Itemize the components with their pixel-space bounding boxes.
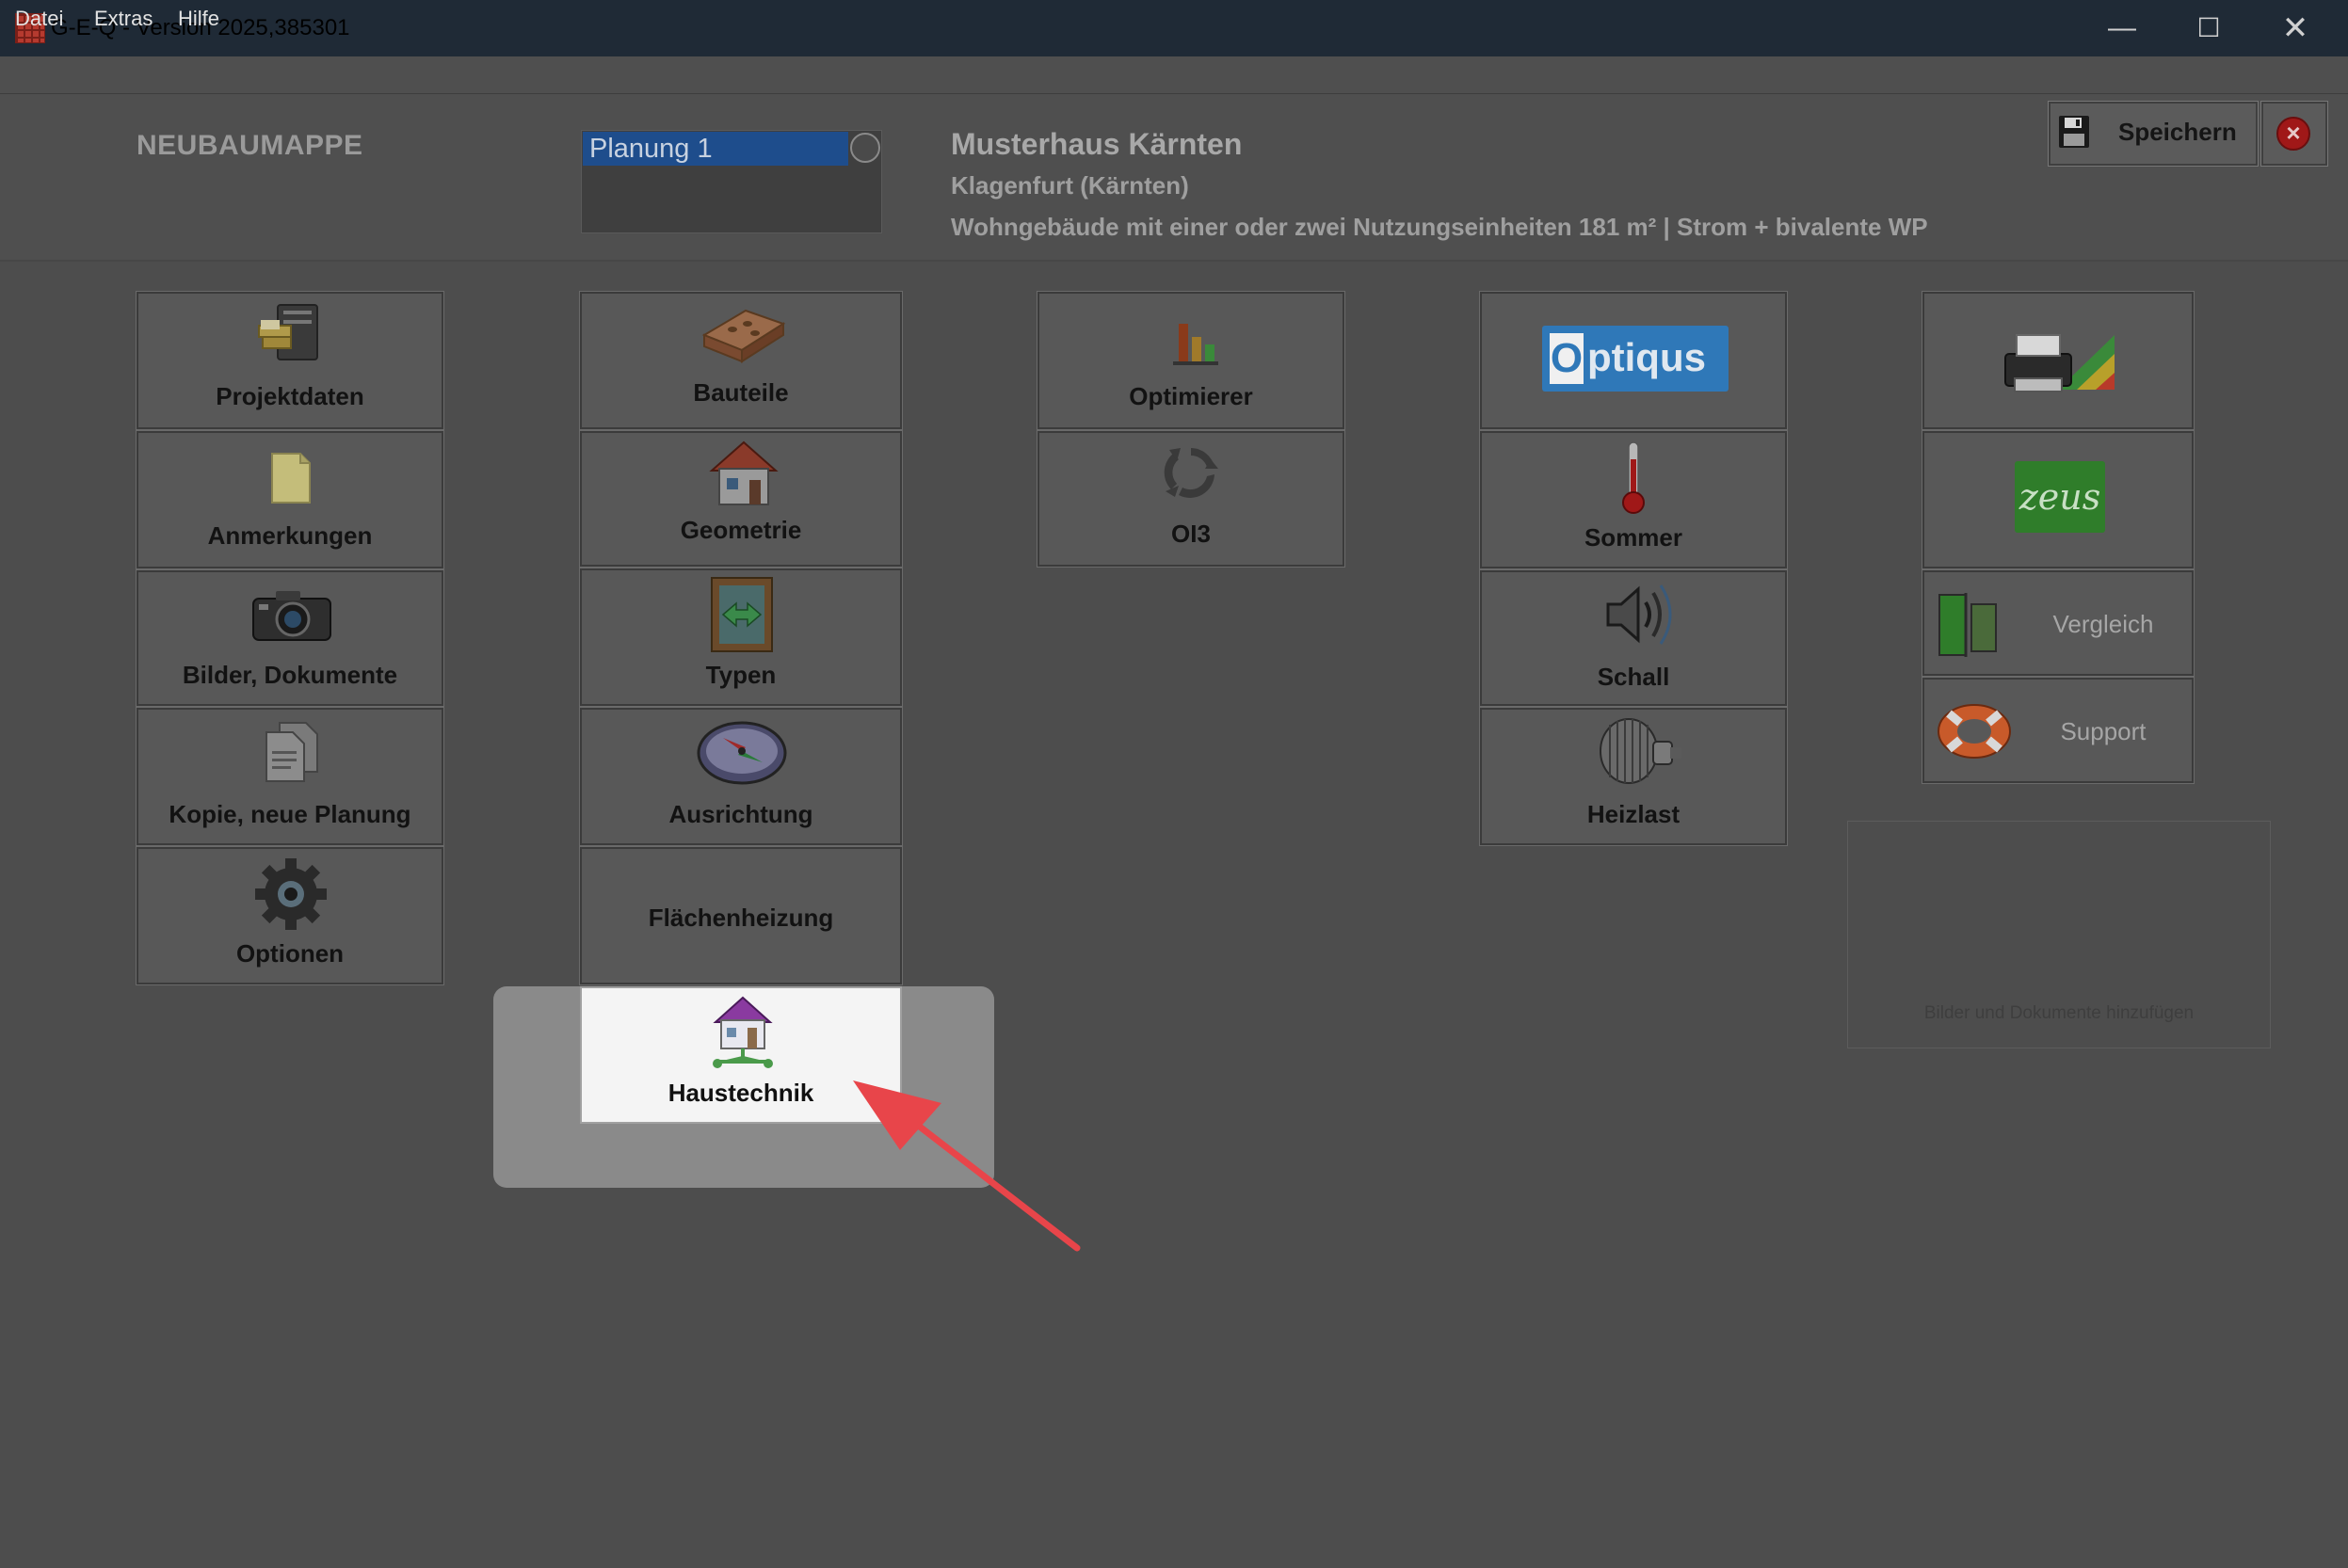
tile-kopie-neue-planung[interactable]: Kopie, neue Planung [136,707,444,846]
optiqus-logo-text: ptiqus [1587,335,1706,379]
tile-label: Vergleich [2052,610,2154,638]
lifebuoy-icon [1938,704,2011,759]
printer-energy-icon [2004,334,2115,392]
projektdaten-icon [258,304,318,360]
tile-haustechnik[interactable]: Haustechnik [580,986,902,1124]
optiqus-logo: O ptiqus [1542,326,1729,392]
brick-icon [701,309,786,363]
floppy-disk-icon [2059,116,2089,148]
tile-vergleich[interactable]: Vergleich [1922,569,2195,677]
tile-label: Anmerkungen [207,521,373,550]
tile-drucken[interactable] [1922,291,2195,430]
media-drop-hint: Bilder und Dokumente hinzufügen [1923,1003,2195,1023]
tile-projektdaten[interactable]: Projektdaten [136,291,444,430]
tile-label: Bilder, Dokumente [182,661,398,689]
note-icon [271,453,311,504]
tile-label: Heizlast [1586,800,1681,828]
tile-label: OI3 [1171,520,1211,548]
menu-extras[interactable]: Extras [94,6,153,32]
tile-label: Ausrichtung [668,800,813,828]
thermometer-icon [1622,441,1645,514]
tile-label: Haustechnik [667,1079,814,1107]
tile-sommer[interactable]: Sommer [1479,430,1788,569]
copy-documents-icon [265,722,318,782]
tile-ausrichtung[interactable]: Ausrichtung [579,707,903,846]
tile-heizlast[interactable]: Heizlast [1479,707,1788,846]
save-button-label: Speichern [2118,118,2237,146]
compass-icon [697,721,787,785]
recycle-icon [1164,448,1218,498]
tile-label: Bauteile [693,378,789,407]
tile-label: Optimierer [1129,382,1253,410]
tile-label: Schall [1597,663,1670,691]
maximize-button[interactable]: ☐ [2165,0,2252,56]
window-type-icon [711,577,773,652]
tile-geometrie[interactable]: Geometrie [579,430,903,568]
tile-typen[interactable]: Typen [579,568,903,707]
tile-bilder-dokumente[interactable]: Bilder, Dokumente [136,569,444,707]
menu-datei[interactable]: Datei [15,6,63,32]
tile-anmerkungen[interactable]: Anmerkungen [136,430,444,569]
title-bar [0,0,2348,56]
tile-label: Kopie, neue Planung [169,800,411,828]
tile-label: Geometrie [680,516,802,544]
menu-hilfe[interactable]: Hilfe [178,6,219,32]
tile-label: Support [2060,717,2147,745]
planung-radio[interactable] [850,133,880,163]
tile-support[interactable]: Support [1922,677,2195,784]
project-location: Klagenfurt (Kärnten) [951,171,1189,200]
tile-label: Flächenheizung [648,904,834,932]
tile-label: Typen [705,661,777,689]
tile-bauteile[interactable]: Bauteile [579,291,903,430]
gear-icon [255,858,327,930]
tile-optimierer[interactable]: Optimierer [1037,291,1345,430]
project-description: Wohngebäude mit einer oder zwei Nutzungs… [951,213,1928,241]
camera-icon [252,591,331,641]
tile-schall[interactable]: Schall [1479,569,1788,707]
planung-list-item[interactable]: Planung 1 [583,132,848,166]
bar-chart-icon [1173,324,1218,365]
tile-oi3[interactable]: OI3 [1037,430,1345,568]
house-icon [709,440,779,505]
close-window-button[interactable]: ✕ [2252,0,2339,56]
close-circle-icon: × [2276,117,2310,151]
compare-icon [1938,593,1997,657]
tile-optiqus[interactable]: O ptiqus [1479,291,1788,430]
minimize-button[interactable]: — [2079,0,2165,56]
menu-bar [0,56,2348,94]
tile-label: Sommer [1584,523,1683,552]
folder-title: NEUBAUMAPPE [137,130,363,161]
tile-label: Optionen [235,939,345,968]
tile-optionen[interactable]: Optionen [136,846,444,985]
tile-flaechenheizung[interactable]: Flächenheizung [579,846,903,985]
thermostat-valve-icon [1600,718,1681,784]
tile-label: Projektdaten [216,382,364,410]
optiqus-logo-o: O [1550,333,1584,384]
tile-zeus[interactable]: zeus [1922,430,2195,569]
zeus-logo: zeus [2015,461,2105,533]
speaker-icon [1606,584,1672,645]
project-name: Musterhaus Kärnten [951,127,1243,161]
building-services-icon [713,996,773,1068]
